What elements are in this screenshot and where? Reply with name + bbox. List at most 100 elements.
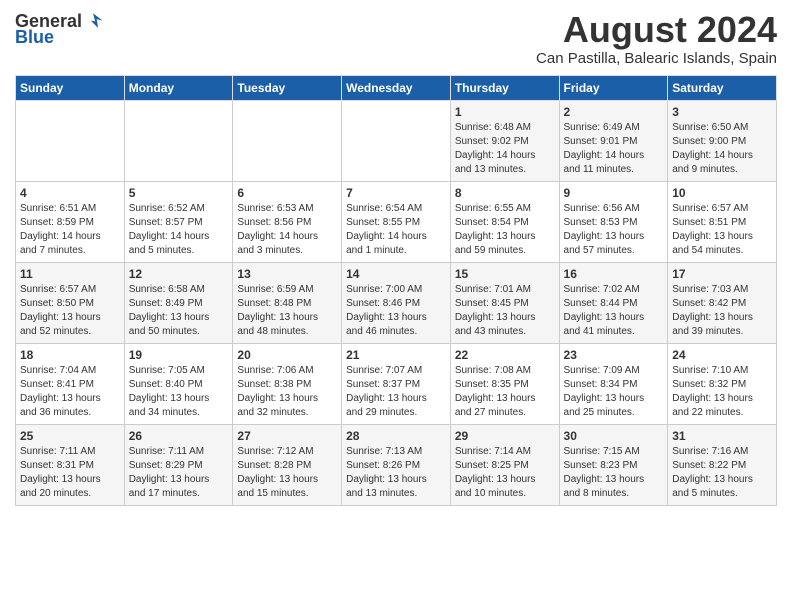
cell-content: Sunrise: 7:02 AM Sunset: 8:44 PM Dayligh…	[564, 283, 664, 339]
calendar-cell: 14 Sunrise: 7:00 AM Sunset: 8:46 PM Dayli…	[342, 262, 451, 343]
day-number: 23	[564, 348, 664, 362]
day-number: 29	[455, 429, 555, 443]
cell-content: Sunrise: 6:57 AM Sunset: 8:51 PM Dayligh…	[672, 202, 772, 258]
calendar-cell: 22 Sunrise: 7:08 AM Sunset: 8:35 PM Dayli…	[450, 343, 559, 424]
page-subtitle: Can Pastilla, Balearic Islands, Spain	[536, 50, 777, 67]
cell-content: Sunrise: 6:55 AM Sunset: 8:54 PM Dayligh…	[455, 202, 555, 258]
calendar-cell: 3 Sunrise: 6:50 AM Sunset: 9:00 PM Daylig…	[668, 100, 777, 181]
cell-content: Sunrise: 6:49 AM Sunset: 9:01 PM Dayligh…	[564, 121, 664, 177]
day-number: 2	[564, 105, 664, 119]
cell-content: Sunrise: 6:53 AM Sunset: 8:56 PM Dayligh…	[237, 202, 337, 258]
logo: General Blue	[15, 10, 104, 46]
cell-content: Sunrise: 6:48 AM Sunset: 9:02 PM Dayligh…	[455, 121, 555, 177]
cell-content: Sunrise: 6:50 AM Sunset: 9:00 PM Dayligh…	[672, 121, 772, 177]
calendar-table: SundayMondayTuesdayWednesdayThursdayFrid…	[15, 75, 777, 506]
calendar-cell: 1 Sunrise: 6:48 AM Sunset: 9:02 PM Daylig…	[450, 100, 559, 181]
day-number: 13	[237, 267, 337, 281]
day-number: 12	[129, 267, 229, 281]
calendar-cell	[16, 100, 125, 181]
day-number: 20	[237, 348, 337, 362]
calendar-cell: 4 Sunrise: 6:51 AM Sunset: 8:59 PM Daylig…	[16, 181, 125, 262]
calendar-cell: 6 Sunrise: 6:53 AM Sunset: 8:56 PM Daylig…	[233, 181, 342, 262]
day-number: 7	[346, 186, 446, 200]
cell-content: Sunrise: 7:01 AM Sunset: 8:45 PM Dayligh…	[455, 283, 555, 339]
day-number: 17	[672, 267, 772, 281]
calendar-cell: 5 Sunrise: 6:52 AM Sunset: 8:57 PM Daylig…	[124, 181, 233, 262]
cell-content: Sunrise: 7:16 AM Sunset: 8:22 PM Dayligh…	[672, 445, 772, 501]
page-title: August 2024	[536, 10, 777, 50]
calendar-cell: 21Sunrise: 7:07 AM Sunset: 8:37 PM Dayli…	[342, 343, 451, 424]
day-number: 30	[564, 429, 664, 443]
calendar-cell: 17 Sunrise: 7:03 AM Sunset: 8:42 PM Dayli…	[668, 262, 777, 343]
cell-content: Sunrise: 6:52 AM Sunset: 8:57 PM Dayligh…	[129, 202, 229, 258]
day-number: 25	[20, 429, 120, 443]
calendar-cell: 29 Sunrise: 7:14 AM Sunset: 8:25 PM Dayli…	[450, 424, 559, 505]
header: General Blue August 2024 Can Pastilla, B…	[15, 10, 777, 67]
calendar-cell: 23 Sunrise: 7:09 AM Sunset: 8:34 PM Dayli…	[559, 343, 668, 424]
cell-content: Sunrise: 6:56 AM Sunset: 8:53 PM Dayligh…	[564, 202, 664, 258]
cell-content: Sunrise: 7:03 AM Sunset: 8:42 PM Dayligh…	[672, 283, 772, 339]
cell-content: Sunrise: 7:10 AM Sunset: 8:32 PM Dayligh…	[672, 364, 772, 420]
weekday-header-sunday: Sunday	[16, 75, 125, 100]
calendar-cell: 31 Sunrise: 7:16 AM Sunset: 8:22 PM Dayli…	[668, 424, 777, 505]
day-number: 6	[237, 186, 337, 200]
weekday-header-monday: Monday	[124, 75, 233, 100]
weekday-header-friday: Friday	[559, 75, 668, 100]
weekday-header-thursday: Thursday	[450, 75, 559, 100]
weekday-header-tuesday: Tuesday	[233, 75, 342, 100]
day-number: 18	[20, 348, 120, 362]
calendar-cell: 30 Sunrise: 7:15 AM Sunset: 8:23 PM Dayli…	[559, 424, 668, 505]
day-number: 22	[455, 348, 555, 362]
day-number: 31	[672, 429, 772, 443]
calendar-cell: 26 Sunrise: 7:11 AM Sunset: 8:29 PM Dayli…	[124, 424, 233, 505]
calendar-cell: 25Sunrise: 7:11 AM Sunset: 8:31 PM Dayli…	[16, 424, 125, 505]
day-number: 27	[237, 429, 337, 443]
cell-content: Sunrise: 6:57 AM Sunset: 8:50 PM Dayligh…	[20, 283, 120, 339]
day-number: 4	[20, 186, 120, 200]
day-number: 8	[455, 186, 555, 200]
calendar-cell: 13 Sunrise: 6:59 AM Sunset: 8:48 PM Dayli…	[233, 262, 342, 343]
calendar-cell: 9Sunrise: 6:56 AM Sunset: 8:53 PM Daylig…	[559, 181, 668, 262]
cell-content: Sunrise: 7:07 AM Sunset: 8:37 PM Dayligh…	[346, 364, 446, 420]
day-number: 26	[129, 429, 229, 443]
day-number: 24	[672, 348, 772, 362]
calendar-cell: 2 Sunrise: 6:49 AM Sunset: 9:01 PM Daylig…	[559, 100, 668, 181]
calendar-cell: 24 Sunrise: 7:10 AM Sunset: 8:32 PM Dayli…	[668, 343, 777, 424]
cell-content: Sunrise: 7:11 AM Sunset: 8:29 PM Dayligh…	[129, 445, 229, 501]
calendar-cell: 10Sunrise: 6:57 AM Sunset: 8:51 PM Dayli…	[668, 181, 777, 262]
calendar-cell: 28Sunrise: 7:13 AM Sunset: 8:26 PM Dayli…	[342, 424, 451, 505]
day-number: 14	[346, 267, 446, 281]
calendar-cell: 8 Sunrise: 6:55 AM Sunset: 8:54 PM Daylig…	[450, 181, 559, 262]
cell-content: Sunrise: 6:51 AM Sunset: 8:59 PM Dayligh…	[20, 202, 120, 258]
calendar-cell: 15 Sunrise: 7:01 AM Sunset: 8:45 PM Dayli…	[450, 262, 559, 343]
cell-content: Sunrise: 6:58 AM Sunset: 8:49 PM Dayligh…	[129, 283, 229, 339]
calendar-cell: 19 Sunrise: 7:05 AM Sunset: 8:40 PM Dayli…	[124, 343, 233, 424]
cell-content: Sunrise: 7:05 AM Sunset: 8:40 PM Dayligh…	[129, 364, 229, 420]
cell-content: Sunrise: 7:04 AM Sunset: 8:41 PM Dayligh…	[20, 364, 120, 420]
calendar-cell	[342, 100, 451, 181]
day-number: 28	[346, 429, 446, 443]
calendar-cell: 18 Sunrise: 7:04 AM Sunset: 8:41 PM Dayli…	[16, 343, 125, 424]
cell-content: Sunrise: 7:06 AM Sunset: 8:38 PM Dayligh…	[237, 364, 337, 420]
cell-content: Sunrise: 6:59 AM Sunset: 8:48 PM Dayligh…	[237, 283, 337, 339]
cell-content: Sunrise: 7:14 AM Sunset: 8:25 PM Dayligh…	[455, 445, 555, 501]
cell-content: Sunrise: 7:08 AM Sunset: 8:35 PM Dayligh…	[455, 364, 555, 420]
cell-content: Sunrise: 7:09 AM Sunset: 8:34 PM Dayligh…	[564, 364, 664, 420]
day-number: 11	[20, 267, 120, 281]
logo-blue-text: Blue	[15, 28, 104, 46]
day-number: 5	[129, 186, 229, 200]
cell-content: Sunrise: 7:00 AM Sunset: 8:46 PM Dayligh…	[346, 283, 446, 339]
day-number: 15	[455, 267, 555, 281]
day-number: 19	[129, 348, 229, 362]
calendar-cell: 20 Sunrise: 7:06 AM Sunset: 8:38 PM Dayli…	[233, 343, 342, 424]
title-section: August 2024 Can Pastilla, Balearic Islan…	[536, 10, 777, 67]
calendar-cell: 12 Sunrise: 6:58 AM Sunset: 8:49 PM Dayli…	[124, 262, 233, 343]
day-number: 3	[672, 105, 772, 119]
calendar-cell: 7 Sunrise: 6:54 AM Sunset: 8:55 PM Daylig…	[342, 181, 451, 262]
cell-content: Sunrise: 7:15 AM Sunset: 8:23 PM Dayligh…	[564, 445, 664, 501]
calendar-cell: 11 Sunrise: 6:57 AM Sunset: 8:50 PM Dayli…	[16, 262, 125, 343]
calendar-cell	[233, 100, 342, 181]
cell-content: Sunrise: 6:54 AM Sunset: 8:55 PM Dayligh…	[346, 202, 446, 258]
day-number: 1	[455, 105, 555, 119]
calendar-cell: 27Sunrise: 7:12 AM Sunset: 8:28 PM Dayli…	[233, 424, 342, 505]
